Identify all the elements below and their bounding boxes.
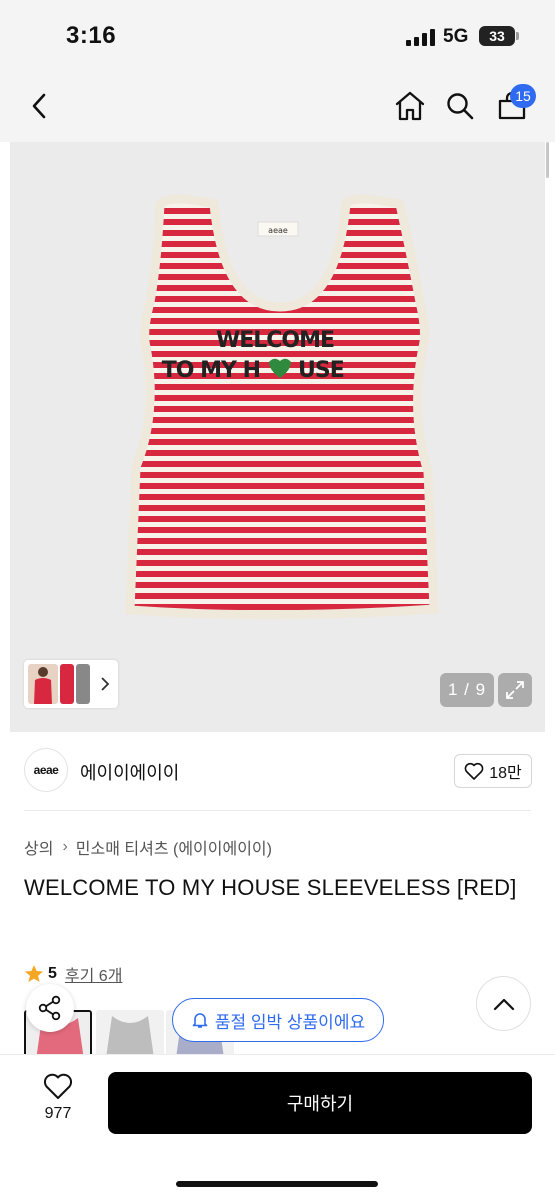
stock-alert-text: 품절 임박 상품이에요 [214, 1012, 366, 1032]
brand-like-count: 18만 [489, 765, 522, 782]
model-thumbnail-strip[interactable] [24, 660, 118, 708]
page-scrollbar[interactable] [546, 142, 549, 178]
share-icon [38, 995, 61, 1021]
back-button[interactable] [18, 84, 62, 128]
scroll-to-top-button[interactable] [476, 976, 531, 1031]
image-counter: 1 / 9 [440, 673, 494, 707]
chevron-right-icon: › [62, 838, 68, 855]
product-photo: aeae WELCOME TO MY H USE [125, 194, 439, 620]
thumbnail-gray[interactable] [76, 664, 90, 704]
wishlist-button[interactable]: 977 [30, 1072, 86, 1132]
breadcrumb-category[interactable]: 상의 [24, 835, 53, 859]
product-label-text: aeae [268, 226, 288, 235]
signal-icon [406, 29, 436, 46]
product-image-carousel[interactable]: aeae WELCOME TO MY H USE [10, 142, 545, 732]
thumbnail-red[interactable] [60, 664, 74, 704]
bell-icon [192, 1013, 208, 1028]
back-icon [32, 93, 46, 119]
brand-name[interactable]: 에이이에이이 [80, 759, 179, 785]
buy-button[interactable]: 구매하기 [108, 1072, 532, 1134]
heart-icon [43, 1073, 73, 1099]
product-title: WELCOME TO MY HOUSE SLEEVELESS [RED] [24, 875, 517, 900]
app-header [0, 70, 555, 142]
battery-icon: 33 [479, 26, 515, 46]
status-bar: 3:16 5G 33 [0, 0, 555, 70]
print-line-2: TO MY H [162, 358, 260, 383]
rating-row[interactable]: 5 후기 6개 [24, 962, 122, 986]
cart-count-badge: 15 [510, 84, 536, 108]
network-label: 5G [443, 26, 469, 47]
chevron-up-icon [493, 998, 514, 1010]
star-icon [25, 965, 43, 982]
home-indicator [176, 1181, 378, 1187]
thumbnail-model[interactable] [28, 664, 58, 704]
stock-alert-toast: 품절 임박 상품이에요 [172, 998, 384, 1042]
divider [24, 810, 531, 811]
expand-icon [506, 681, 524, 699]
rating-score: 5 [48, 965, 57, 982]
search-button[interactable] [438, 84, 482, 128]
share-button[interactable] [26, 984, 74, 1032]
breadcrumb: 상의 › 민소매 티셔츠 (에이이에이이) [24, 835, 272, 859]
print-line-1: WELCOME [216, 328, 334, 353]
wishlist-count: 977 [44, 1105, 72, 1122]
chevron-right-icon [101, 677, 110, 691]
home-button[interactable] [388, 84, 432, 128]
battery-cap [516, 32, 519, 40]
breadcrumb-subcategory[interactable]: 민소매 티셔츠 (에이이에이이) [76, 835, 272, 859]
review-count-link[interactable]: 후기 6개 [65, 962, 123, 986]
search-icon [447, 93, 474, 120]
brand-like-button[interactable]: 18만 [454, 754, 532, 788]
home-icon [395, 91, 425, 121]
heart-icon [464, 762, 484, 780]
expand-image-button[interactable] [498, 673, 532, 707]
print-line-2b: USE [298, 358, 344, 383]
brand-logo[interactable]: aeae [24, 748, 68, 792]
brand-logo-text: aeae [33, 763, 59, 777]
status-time: 3:16 [66, 22, 117, 49]
color-variant-gray[interactable] [96, 1010, 164, 1058]
